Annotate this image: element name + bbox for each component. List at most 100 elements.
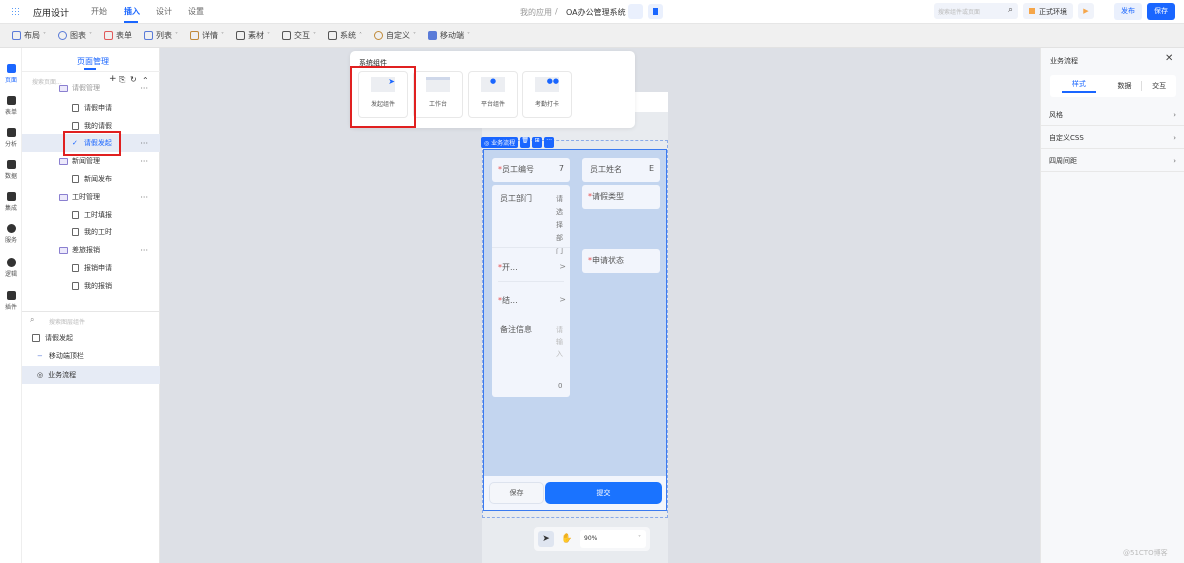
flow-icon: ◎	[37, 371, 44, 379]
tree-page[interactable]: 新闻发布	[22, 170, 160, 188]
rail-integration[interactable]: 集成	[0, 192, 22, 212]
search-input[interactable]: 搜索组件或页面 ⌕	[934, 3, 1018, 19]
toolbar-system[interactable]: 系统 ˄	[328, 30, 362, 41]
tree-page[interactable]: 请假申请	[22, 99, 160, 117]
page-icon	[72, 264, 79, 272]
toolbar-mobile[interactable]: 移动端 ˅	[428, 30, 470, 41]
component-platform[interactable]: ● 平台组件	[468, 71, 518, 118]
row-spacing[interactable]: 四周间距 ›	[1041, 150, 1184, 172]
tab-insert[interactable]: 插入	[124, 6, 140, 17]
toolbar-interaction[interactable]: 交互 ˅	[282, 30, 316, 41]
topbar-icon: −	[37, 352, 43, 360]
divider	[492, 247, 570, 248]
tree-label: 我的请假	[84, 122, 112, 130]
chevron-right-icon: ›	[1173, 133, 1176, 142]
field-start[interactable]: *开... >	[498, 262, 566, 273]
rail-logic[interactable]: 逻辑	[0, 258, 22, 278]
rail-plugin[interactable]: 插件	[0, 291, 22, 311]
field-department-value[interactable]: 请选择部门	[556, 193, 564, 258]
more-icon[interactable]: ···	[140, 84, 148, 93]
top-bar: 应用设计 开始 插入 设计 设置 我的应用 / OA办公管理系统 搜索组件或页面…	[0, 0, 1184, 24]
form-submit-button[interactable]: 提交	[545, 482, 662, 504]
save-button[interactable]: 保存	[1147, 3, 1175, 20]
tree-page[interactable]: 工时填报	[22, 206, 160, 224]
tree-page[interactable]: 我的工时	[22, 223, 160, 241]
toolbar-form[interactable]: 表单	[104, 30, 132, 41]
row-label: 风格	[1049, 110, 1063, 119]
field-employee-name[interactable]: 员工姓名 E	[582, 158, 660, 182]
field-status[interactable]: *申请状态	[582, 249, 660, 273]
tree-page[interactable]: 报销申请	[22, 259, 160, 277]
component-tag[interactable]: ◎ 业务流程	[481, 137, 519, 148]
zoom-select[interactable]: 90% ˅	[580, 530, 646, 548]
component-workbench[interactable]: 工作台	[413, 71, 463, 118]
rail-page[interactable]: 页面	[0, 64, 22, 84]
rail-form[interactable]: 表单	[0, 96, 22, 116]
material-icon	[236, 31, 245, 40]
tree-folder[interactable]: 差旅报销 ···	[22, 241, 160, 259]
layer-search-input[interactable]: 搜索图层组件	[49, 317, 85, 326]
rail-label: 分析	[4, 141, 17, 148]
breadcrumb-root[interactable]: 我的应用	[520, 7, 552, 18]
tree-folder[interactable]: 新闻管理 ···	[22, 152, 160, 170]
publish-button[interactable]: 发布	[1114, 3, 1142, 20]
chevron-down-icon: ˅	[89, 32, 92, 39]
more-icon[interactable]: ···	[140, 246, 148, 255]
chevron-down-icon: ˅	[638, 535, 641, 542]
toolbar-material[interactable]: 素材 ˅	[236, 30, 270, 41]
more-icon[interactable]: ···	[140, 157, 148, 166]
field-leave-type[interactable]: *请假类型	[582, 185, 660, 209]
tree-page[interactable]: 我的报销	[22, 277, 160, 295]
rail-label: 服务	[4, 237, 17, 244]
toolbar-custom[interactable]: 自定义 ˅	[374, 30, 416, 41]
apps-grid-icon[interactable]	[11, 7, 20, 16]
row-style[interactable]: 风格 ›	[1041, 104, 1184, 126]
tree-folder[interactable]: 请假管理 ···	[22, 83, 160, 93]
rail-analysis[interactable]: 分析	[0, 128, 22, 148]
layer-item[interactable]: − 移动端顶栏	[22, 347, 160, 365]
tab-settings[interactable]: 设置	[188, 6, 204, 17]
business-flow-component[interactable]: *员工编号 7 员工姓名 E 员工部门 请选择部门 *开... > *结... > 备注…	[483, 149, 667, 511]
env-button[interactable]: 正式环境	[1023, 3, 1073, 19]
delete-icon[interactable]: 🗑	[520, 137, 531, 148]
field-end[interactable]: *结... >	[498, 295, 566, 306]
tab-interaction[interactable]: 交互	[1141, 81, 1176, 91]
row-custom-css[interactable]: 自定义CSS ›	[1041, 127, 1184, 149]
field-value: 7	[558, 164, 564, 173]
hand-tool-icon[interactable]: ✋	[560, 531, 574, 547]
close-icon[interactable]: ✕	[1165, 53, 1173, 64]
tab-design[interactable]: 设计	[156, 6, 172, 17]
field-remark-input[interactable]: 请输入	[556, 324, 564, 360]
toolbar-detail[interactable]: 详情 ˅	[190, 30, 224, 41]
row-label: 自定义CSS	[1049, 133, 1084, 142]
list-icon	[144, 31, 153, 40]
form-save-button[interactable]: 保存	[489, 482, 544, 504]
component-label: 平台组件	[480, 101, 505, 108]
properties-panel: 业务流程 ✕ 样式 数据 交互 风格 › 自定义CSS › 四周间距 › @51CTO…	[1040, 48, 1184, 563]
more-icon[interactable]: ···	[544, 137, 555, 148]
layer-label: 业务流程	[48, 371, 77, 379]
select-tool-icon[interactable]: ➤	[538, 531, 554, 547]
rail-service[interactable]: 服务	[0, 224, 22, 244]
grid-icon[interactable]: ⊞	[532, 137, 543, 148]
tab-style[interactable]: 样式	[1062, 79, 1096, 93]
toolbar-layout[interactable]: 布局 ˅	[12, 30, 46, 41]
tree-folder[interactable]: 工时管理 ···	[22, 188, 160, 206]
component-attendance[interactable]: ●● 考勤打卡	[522, 71, 572, 118]
preview-icon[interactable]	[628, 4, 643, 19]
more-icon[interactable]: ···	[140, 193, 148, 202]
toolbar-list[interactable]: 列表 ˅	[144, 30, 178, 41]
rail-data[interactable]: 数据	[0, 160, 22, 180]
run-button[interactable]: ▶	[1078, 3, 1094, 19]
more-icon[interactable]: ···	[140, 139, 148, 148]
toolbar-chart[interactable]: 图表 ˅	[58, 30, 92, 41]
tab-start[interactable]: 开始	[91, 6, 107, 17]
layer-item[interactable]: 请假发起	[22, 329, 160, 347]
tab-data[interactable]: 数据	[1108, 81, 1142, 91]
bookmark-icon[interactable]	[648, 4, 663, 19]
divider	[498, 281, 564, 282]
tab-page-management[interactable]: 页面管理	[77, 56, 109, 67]
field-employee-no[interactable]: *员工编号 7	[492, 158, 570, 182]
layer-item-selected[interactable]: ◎ 业务流程	[22, 366, 160, 384]
chevron-right-icon: ›	[1173, 156, 1176, 165]
